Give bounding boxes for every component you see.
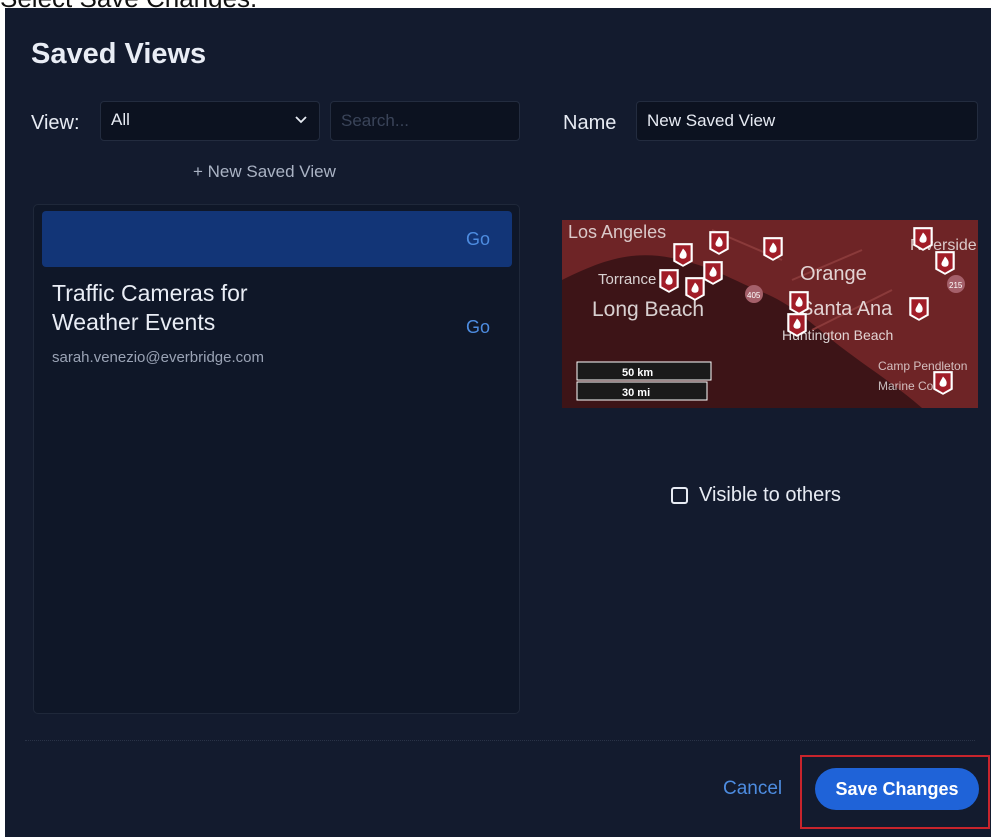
instruction-text: Select Save Changes.	[0, 0, 257, 11]
map-label-camp-pendleton: Camp Pendleton	[878, 359, 967, 373]
view-filter-value: All	[111, 110, 130, 129]
freeway-shield-405-icon: 405	[745, 285, 763, 303]
go-button[interactable]: Go	[466, 229, 490, 250]
map-scale-km: 50 km	[622, 367, 653, 379]
name-label: Name	[563, 112, 617, 134]
map-scale-mi: 30 mi	[622, 387, 650, 399]
save-changes-button[interactable]: Save Changes	[815, 768, 979, 810]
go-button[interactable]: Go	[466, 317, 490, 338]
map-label-orange: Orange	[800, 263, 867, 285]
footer-divider	[25, 740, 975, 741]
map-preview: Los Angeles Torrance Long Beach Orange S…	[562, 220, 978, 408]
saved-views-list: Go Traffic Cameras for Weather Events Go…	[33, 204, 520, 714]
svg-text:405: 405	[747, 291, 761, 300]
saved-view-owner: sarah.venezio@everbridge.com	[52, 349, 264, 366]
saved-views-dialog: Saved Views View: All + New Saved View G…	[5, 8, 991, 837]
map-label-long-beach: Long Beach	[592, 298, 704, 321]
name-input[interactable]	[636, 101, 978, 141]
list-item[interactable]: Traffic Cameras for Weather Events Go sa…	[42, 275, 512, 375]
view-filter-select[interactable]: All	[100, 101, 320, 141]
new-saved-view-link[interactable]: + New Saved View	[193, 162, 336, 182]
list-item-selected[interactable]: Go	[42, 211, 512, 267]
cancel-button[interactable]: Cancel	[723, 778, 782, 800]
map-label-los-angeles: Los Angeles	[568, 222, 666, 242]
search-input[interactable]	[330, 101, 520, 141]
map-svg: Los Angeles Torrance Long Beach Orange S…	[562, 220, 978, 408]
svg-text:215: 215	[949, 281, 963, 290]
map-label-santa-ana: Santa Ana	[800, 298, 893, 320]
saved-view-name: Traffic Cameras for Weather Events	[52, 280, 248, 335]
view-filter-label: View:	[31, 112, 80, 134]
freeway-shield-215-icon: 215	[947, 275, 965, 293]
dialog-title: Saved Views	[31, 38, 207, 70]
visible-to-others-label: Visible to others	[699, 484, 841, 506]
visible-to-others-checkbox[interactable]	[671, 487, 688, 504]
map-label-torrance: Torrance	[598, 271, 656, 288]
chevron-down-icon	[295, 116, 307, 124]
